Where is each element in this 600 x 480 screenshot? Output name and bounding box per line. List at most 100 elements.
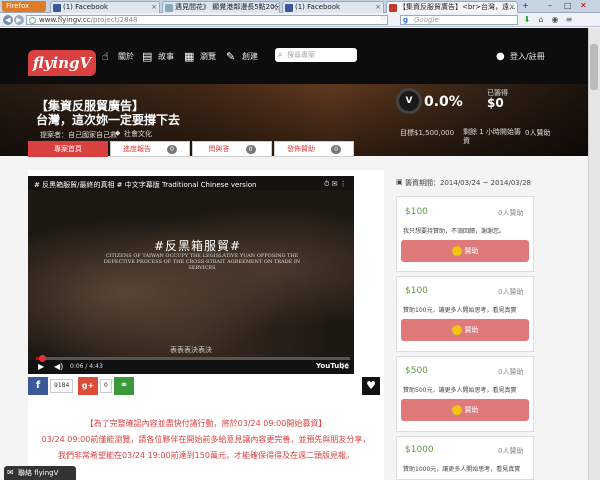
nav-create[interactable]: ✎ 創建: [226, 50, 258, 64]
reward-price: $1000: [405, 445, 434, 455]
browser-tab-active[interactable]: 【集資反服貿廣告】<br>台灣，遠... ×: [386, 1, 518, 13]
globe-icon: [29, 17, 36, 24]
book-icon: ▤: [142, 50, 153, 63]
gplus-share-count: 0: [100, 379, 112, 393]
chat-icon: ✉: [7, 468, 14, 477]
favorite-heart-button[interactable]: ♥: [362, 377, 380, 395]
flyingv-logo[interactable]: flyingV: [28, 50, 96, 76]
reward-description: 贊助100元，讓更多人開始思考，看見真實: [403, 307, 517, 314]
download-icon[interactable]: ⬇: [522, 15, 532, 25]
grid-icon: ▦: [184, 50, 195, 63]
site-search-input[interactable]: ⌕ 搜尋專案: [275, 48, 357, 62]
backer-count: 0人贊助: [525, 129, 551, 137]
project-proposer[interactable]: 提案者：自己國家自己救: [40, 130, 117, 140]
addon-icon[interactable]: ◉: [550, 15, 560, 25]
facebook-share-count: 9184: [50, 379, 74, 393]
progress-gauge: V: [396, 88, 422, 114]
reward-description: 贊助500元，讓更多人開始思考，看見真實: [403, 387, 517, 394]
forward-icon[interactable]: ▶: [14, 15, 24, 25]
flyingv-favicon: [389, 4, 397, 12]
reward-price: $500: [405, 366, 428, 376]
reward-backers: 0人贊助: [498, 288, 524, 296]
user-icon: ●: [496, 51, 505, 62]
gplus-share-button[interactable]: g+: [78, 377, 98, 395]
browser-tab[interactable]: (1) Facebook ×: [50, 1, 160, 13]
menu-icon[interactable]: ≡: [564, 15, 574, 25]
volume-icon[interactable]: ◀): [54, 362, 63, 371]
facebook-icon: [53, 4, 61, 12]
notice-line: 03/24 09:00前僅能瀏覽，請各位夥伴在開始前多給意見讓內容更完善，並預先…: [41, 435, 371, 444]
page-icon: [165, 4, 173, 12]
home-icon[interactable]: ⌂: [536, 15, 546, 25]
calendar-icon: ▣: [396, 178, 403, 186]
reward-description: 贊助1000元，讓更多人開始思考，看見真實: [403, 466, 521, 473]
coin-icon: [451, 325, 462, 335]
count-badge: 0: [331, 145, 341, 154]
reward-price: $100: [405, 207, 428, 217]
maximize-icon[interactable]: □: [564, 1, 572, 10]
edit-icon: ✎: [226, 50, 236, 63]
page-scrollbar[interactable]: [588, 28, 600, 480]
count-badge: 0: [245, 145, 256, 154]
video-action-icons[interactable]: ⏱ ✉ ⋮: [324, 180, 347, 189]
video-overlay-title: #反黑箱服貿#: [154, 239, 242, 253]
hand-icon: ☝: [102, 50, 109, 63]
firefox-menu-button[interactable]: Firefox: [2, 1, 46, 12]
close-tab-icon[interactable]: ×: [271, 2, 277, 13]
play-icon[interactable]: ▶: [38, 362, 44, 371]
video-progress-knob[interactable]: [39, 355, 46, 362]
video-time: 0:06 / 4:43: [70, 363, 103, 370]
tab-project-home[interactable]: 專案首頁: [28, 141, 108, 157]
close-tab-icon[interactable]: ×: [509, 2, 515, 13]
bookmark-star-icon[interactable]: ☆: [380, 14, 386, 22]
link-share-button[interactable]: ⚭: [114, 377, 134, 395]
facebook-icon: [285, 4, 293, 12]
back-reward-button[interactable]: 贊助: [401, 399, 529, 421]
notice-line: 【為了完整確認內容並盡快付諸行動，將於03/24 09:00開始募資】: [85, 419, 327, 428]
nav-stories[interactable]: ▤ 故事: [142, 50, 174, 64]
close-window-icon[interactable]: ✕: [580, 1, 587, 10]
tab-updates[interactable]: 進度報告 0: [110, 141, 190, 157]
fullscreen-icon[interactable]: ⛶: [342, 362, 348, 372]
funded-percent: 0.0%: [424, 94, 463, 110]
video-overlay-caption: 表表表決表決: [170, 346, 212, 354]
search-icon: ⌕: [278, 50, 283, 59]
tab-backers[interactable]: 發佈贊助 0: [274, 141, 354, 157]
raised-value: $0: [487, 96, 504, 110]
close-tab-icon[interactable]: ×: [375, 2, 381, 13]
browser-nav-bar: ◀ ▶ www.flyingv.cc/project/2848 ☆ g Goog…: [0, 13, 600, 27]
goal-amount: 目標$1,500,000: [400, 129, 455, 137]
browser-tab-bar: Firefox (1) Facebook × 遇見間花》 顯覺港鄰漫長5點20分…: [0, 0, 600, 13]
project-tag[interactable]: ◆ 社會文化: [115, 129, 152, 139]
tab-qa[interactable]: 問與答 0: [192, 141, 272, 157]
funding-period: ▣ 籌資期間：2014/03/24 ~ 2014/03/28: [396, 178, 532, 187]
count-badge: 0: [167, 145, 177, 154]
notice-line: 我們非常希望能在03/24 19:00前達到150萬元，才能確保得得及在週二頭版…: [58, 451, 354, 460]
browser-tab[interactable]: (1) Facebook ×: [282, 1, 384, 13]
back-reward-button[interactable]: 贊助: [401, 240, 529, 262]
scrollbar-thumb[interactable]: [590, 44, 598, 90]
back-reward-button[interactable]: 贊助: [401, 319, 529, 341]
video-progress-track[interactable]: [36, 357, 350, 360]
facebook-share-button[interactable]: f: [28, 377, 48, 395]
url-bar[interactable]: www.flyingv.cc/project/2848: [26, 15, 388, 25]
tag-icon: ◆: [115, 129, 121, 137]
reward-backers: 0人贊助: [498, 368, 524, 376]
contact-chat-button[interactable]: ✉ 聯絡 flyingV: [4, 466, 76, 480]
reward-backers: 0人贊助: [498, 209, 524, 217]
close-tab-icon[interactable]: ×: [151, 2, 157, 13]
video-frame: [28, 190, 354, 362]
minimize-icon[interactable]: –: [548, 1, 552, 10]
login-button[interactable]: ● 登入/註冊: [496, 50, 545, 64]
browser-tab[interactable]: 遇見間花》 顯覺港鄰漫長5點20分轉... ×: [162, 1, 280, 13]
time-left: 剩餘 1 小時開始籌資: [463, 128, 521, 145]
video-title[interactable]: # 反黑箱服貿/最終的真相 # 中文字幕版 Traditional Chines…: [34, 180, 257, 190]
reward-card: [396, 436, 534, 480]
back-icon[interactable]: ◀: [3, 15, 13, 25]
google-icon: g: [403, 16, 409, 24]
new-tab-icon[interactable]: +: [522, 1, 529, 10]
web-search-input[interactable]: g Google: [400, 15, 518, 25]
reward-description: 我只想要持贊助，不須回饋，謝謝您。: [403, 228, 506, 235]
nav-browse[interactable]: ▦ 瀏覽: [184, 50, 216, 64]
nav-about[interactable]: ☝ 關於: [102, 50, 134, 64]
